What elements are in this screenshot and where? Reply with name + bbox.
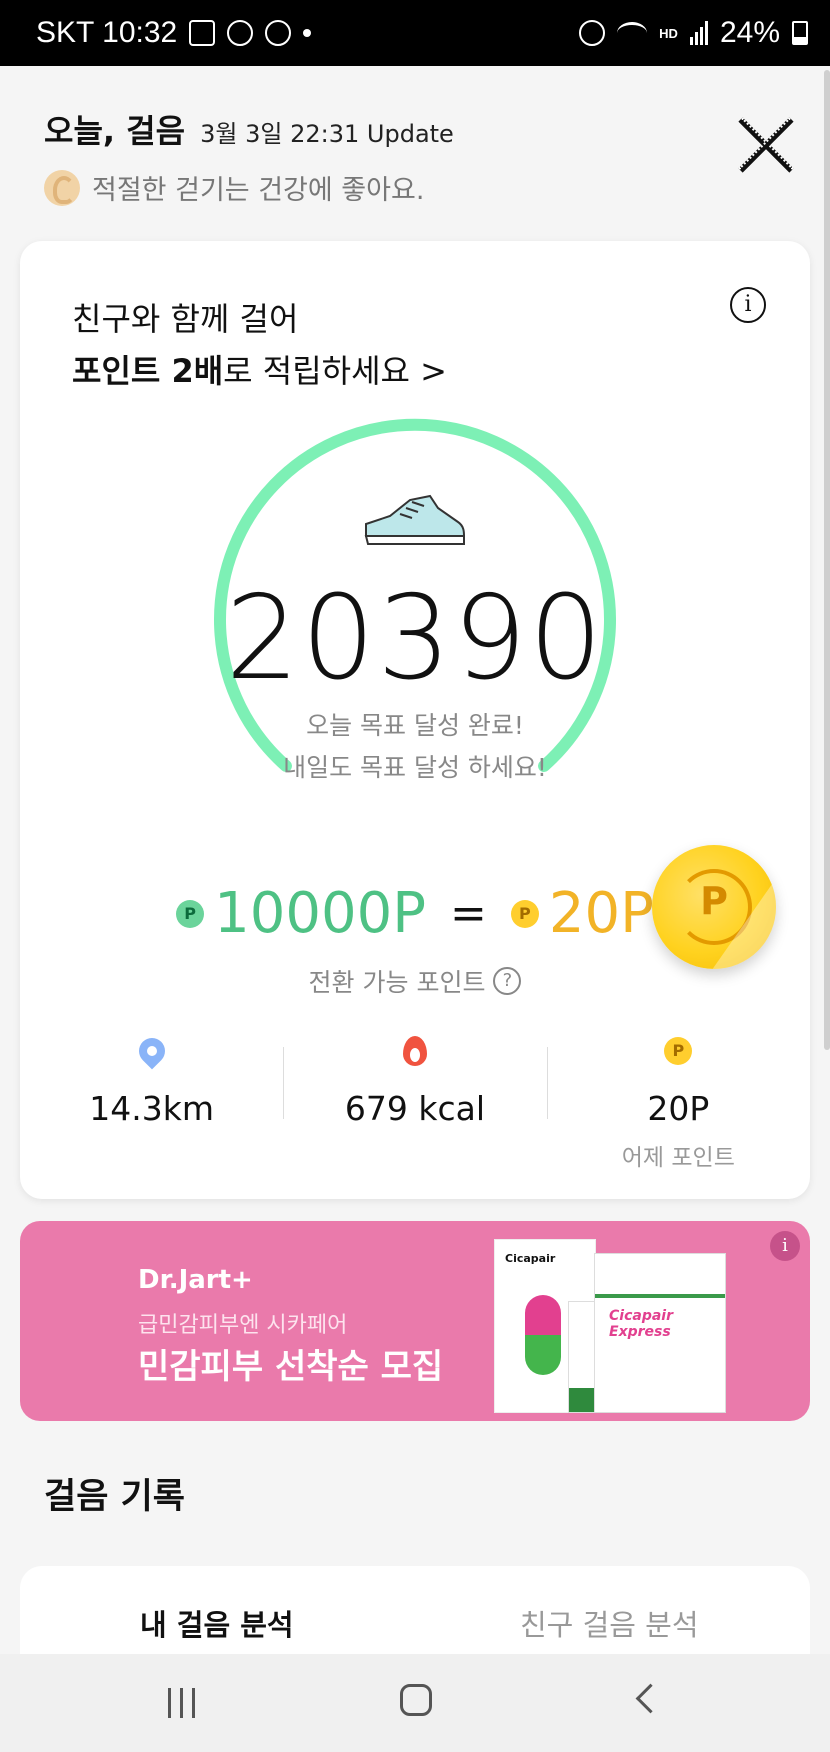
goal-line2: 내일도 목표 달성 하세요! xyxy=(283,753,547,782)
convertible-points-text: 전환 가능 포인트 xyxy=(308,968,486,997)
stat-distance: 14.3km xyxy=(20,1031,283,1161)
health-tip-text: 적절한 걷기는 건강에 좋아요. xyxy=(92,175,425,206)
scrollbar[interactable] xyxy=(824,70,830,1050)
battery-text: 24% xyxy=(719,16,780,49)
help-icon[interactable]: ? xyxy=(493,967,522,995)
yesterday-points-value: 20P xyxy=(647,1089,710,1128)
health-tip: 적절한 걷기는 건강에 좋아요. xyxy=(44,168,786,207)
signal-icon xyxy=(689,21,708,45)
convert-coin-button[interactable]: P xyxy=(652,845,776,969)
yesterday-points-label: 어제 포인트 xyxy=(621,1145,735,1171)
promo-line1: 친구와 함께 걸어 xyxy=(72,300,299,338)
back-icon[interactable] xyxy=(635,1683,666,1714)
capsule-graphic xyxy=(525,1295,561,1375)
goal-line1: 오늘 목표 달성 완료! xyxy=(306,711,524,740)
banner-line1: 급민감피부엔 시카페어 xyxy=(138,1313,348,1338)
alarm-icon xyxy=(579,20,606,46)
update-time: 3월 3일 22:31 Update xyxy=(200,120,454,148)
system-nav-bar xyxy=(0,1654,830,1752)
yellow-point-icon: P xyxy=(664,1037,693,1065)
box-stripe xyxy=(595,1294,725,1298)
close-button[interactable] xyxy=(736,114,796,174)
dot-icon xyxy=(303,29,312,37)
recent-apps-icon[interactable] xyxy=(168,1688,202,1718)
flame-icon xyxy=(402,1036,427,1066)
lock-icon xyxy=(265,20,292,46)
banner-line2: 민감피부 선착순 모집 xyxy=(138,1347,444,1387)
page-header: 오늘, 걸음 3월 3일 22:31 Update 적절한 걷기는 건강에 좋아… xyxy=(44,106,786,207)
c-icon xyxy=(227,20,254,46)
sneaker-icon xyxy=(364,494,466,545)
equals-sign: = xyxy=(450,888,487,939)
promo-line2: 포인트 2배로 적립하세요 > xyxy=(72,345,447,397)
product-mask-label: Cicapair xyxy=(505,1252,556,1265)
yellow-point-icon: P xyxy=(510,899,539,928)
banner-brand: Dr.Jart+ xyxy=(138,1265,253,1295)
product-box-image: Cicapair Express xyxy=(594,1253,726,1413)
distance-value: 14.3km xyxy=(89,1089,215,1128)
friend-promo-link[interactable]: 친구와 함께 걸어 포인트 2배로 적립하세요 > xyxy=(72,293,447,397)
info-icon[interactable]: i xyxy=(730,287,766,323)
battery-icon xyxy=(792,21,808,45)
ad-banner[interactable]: Dr.Jart+ 급민감피부엔 시카페어 민감피부 선착순 모집 Cicapai… xyxy=(20,1221,810,1421)
gallery-icon xyxy=(189,20,216,46)
convertible-points-label: 전환 가능 포인트 ? xyxy=(20,963,810,999)
carrier-time: SKT 10:32 xyxy=(36,16,178,49)
points-from: 10000P xyxy=(214,881,426,946)
promo-bold: 포인트 2배 xyxy=(72,352,224,390)
stat-calories: 679 kcal xyxy=(283,1031,546,1161)
flexed-arm-icon xyxy=(44,169,80,206)
home-icon[interactable] xyxy=(400,1684,432,1716)
stats-row: 14.3km 679 kcal P 20P 어제 포인트 xyxy=(20,1031,810,1171)
location-pin-icon xyxy=(133,1032,171,1070)
product-box-label: Cicapair Express xyxy=(609,1308,673,1340)
hd-voice-icon: HD xyxy=(659,25,678,41)
wifi-icon xyxy=(617,22,648,44)
points-to: 20P xyxy=(548,881,654,946)
goal-message: 오늘 목표 달성 완료! 내일도 목표 달성 하세요! xyxy=(20,705,810,789)
records-title: 걸음 기록 xyxy=(44,1477,185,1517)
tab-friend-steps[interactable]: 친구 걸음 분석 xyxy=(520,1602,699,1644)
status-bar: SKT 10:32 HD 24% xyxy=(0,0,830,66)
steps-card: 친구와 함께 걸어 포인트 2배로 적립하세요 > i 20390 오늘 목표 … xyxy=(20,241,810,1199)
stat-yesterday-points: P 20P 어제 포인트 xyxy=(546,1031,810,1171)
calories-value: 679 kcal xyxy=(344,1089,486,1128)
step-count: 20390 xyxy=(225,571,605,706)
green-point-icon: P xyxy=(176,899,205,928)
page-title: 오늘, 걸음 xyxy=(44,112,186,150)
ad-info-icon[interactable]: i xyxy=(770,1231,800,1261)
promo-rest: 로 적립하세요 > xyxy=(223,352,447,390)
tab-my-steps[interactable]: 내 걸음 분석 xyxy=(140,1602,294,1644)
